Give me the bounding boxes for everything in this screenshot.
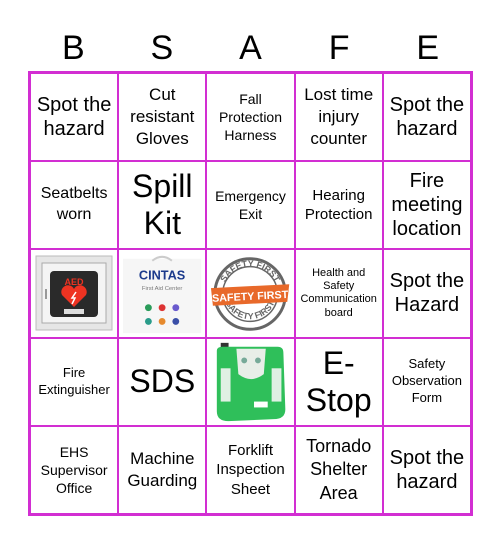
bingo-cell[interactable]: Spot the Hazard [382, 249, 471, 338]
bingo-cell[interactable]: EHS Supervisor Office [30, 425, 119, 514]
bingo-header: B S A F E [29, 26, 472, 70]
bingo-cell[interactable]: SDS [118, 337, 207, 426]
cell-label: Health and Safety Communication board [300, 267, 377, 319]
header-letter-e: E [416, 29, 440, 67]
cell-label: Safety Observation Form [391, 356, 462, 406]
bingo-cell[interactable]: Lost time injury counter [294, 73, 383, 162]
header-letter-b: B [61, 29, 85, 67]
cell-label: Fire Extinguisher [38, 364, 110, 397]
bingo-cell[interactable]: Tornado Shelter Area [294, 425, 383, 514]
first-aid-center-image: CINTAS First Aid Center [123, 255, 202, 333]
bingo-grid: Spot the hazard Cut resistant Gloves Fal… [28, 71, 473, 516]
header-letter-s: S [150, 29, 174, 67]
bingo-cell[interactable]: Health and Safety Communication board [294, 249, 383, 338]
cell-label: Spill Kit [132, 168, 193, 242]
bingo-cell[interactable]: Machine Guarding [118, 425, 207, 514]
bingo-cell[interactable]: Spot the hazard [382, 73, 471, 162]
cell-label: Seatbelts worn [40, 185, 108, 224]
cell-label: SDS [129, 363, 196, 400]
cell-label: Emergency Exit [215, 188, 286, 223]
svg-text:SAFETY FIRST: SAFETY FIRST [219, 258, 283, 284]
header-letter-f: F [328, 29, 350, 67]
cell-label: Forklift Inspection Sheet [216, 441, 285, 498]
bingo-cell[interactable]: Seatbelts worn [30, 161, 119, 250]
bingo-cell[interactable]: Safety Observation Form [382, 337, 471, 426]
bingo-cell[interactable]: Spot the hazard [30, 73, 119, 162]
bingo-cell[interactable]: Spill Kit [118, 161, 207, 250]
bingo-cell[interactable]: Fire meeting location [382, 161, 471, 250]
cell-label: Spot the Hazard [389, 270, 465, 317]
safety-first-stamp-image: SAFETY FIRST SAFETY FIRST SAFETY FIRST [211, 256, 290, 331]
cell-label: Spot the hazard [389, 94, 465, 141]
bingo-cell[interactable]: Hearing Protection [294, 161, 383, 250]
eyewash-station-image [217, 342, 286, 421]
bingo-cell[interactable] [206, 337, 295, 426]
bingo-cell[interactable]: E-Stop [294, 337, 383, 426]
cell-label: Spot the hazard [389, 446, 465, 493]
cell-label: E-Stop [305, 344, 372, 418]
bingo-cell[interactable]: CINTAS First Aid Center [118, 249, 207, 338]
cell-label: Machine Guarding [127, 448, 198, 490]
bingo-cell[interactable]: AED [30, 249, 119, 338]
aed-cabinet-image: AED [35, 255, 113, 331]
svg-text:First Aid Center: First Aid Center [142, 286, 182, 292]
cell-label: Lost time injury counter [304, 84, 374, 149]
bingo-cell[interactable]: Fire Extinguisher [30, 337, 119, 426]
cell-label: Fall Protection Harness [218, 90, 283, 144]
header-letter-a: A [239, 29, 262, 67]
cell-label: Spot the hazard [36, 94, 112, 141]
cell-label: Fire meeting location [391, 170, 463, 241]
bingo-cell[interactable]: Emergency Exit [206, 161, 295, 250]
bingo-cell[interactable]: Forklift Inspection Sheet [206, 425, 295, 514]
bingo-cell[interactable]: Spot the hazard [382, 425, 471, 514]
cell-label: Hearing Protection [304, 186, 373, 224]
cell-label: EHS Supervisor Office [40, 443, 108, 496]
svg-text:CINTAS: CINTAS [139, 267, 185, 282]
cell-label: Cut resistant Gloves [130, 84, 195, 149]
bingo-cell[interactable]: Fall Protection Harness [206, 73, 295, 162]
cell-label: Tornado Shelter Area [306, 435, 372, 503]
bingo-cell[interactable]: SAFETY FIRST SAFETY FIRST SAFETY FIRST [206, 249, 295, 338]
bingo-cell[interactable]: Cut resistant Gloves [118, 73, 207, 162]
